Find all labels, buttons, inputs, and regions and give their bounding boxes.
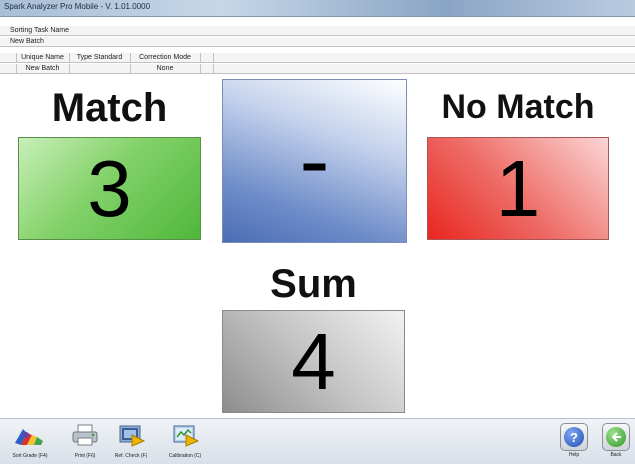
ref-check-label: Ref. Check (F) (114, 453, 148, 459)
batch-name[interactable]: New Batch (10, 38, 44, 45)
calibration-label: Calibration (C) (168, 453, 202, 459)
sort-grade-label: Sort Grade (F4) (12, 453, 48, 459)
grid-header-correction-mode[interactable]: Correction Mode (130, 53, 201, 63)
grid-header-extra (200, 53, 214, 63)
grid-header-row: Unique Name Type Standard Correction Mod… (0, 53, 635, 63)
help-icon: ? (560, 423, 588, 451)
back-label: Back (610, 452, 622, 458)
bottom-toolbar: Sort Grade (F4) Print (F6) Ref. Check (F… (0, 418, 635, 464)
grid-cell-extra (200, 64, 214, 74)
printer-icon (70, 423, 100, 452)
sort-grade-button[interactable]: Sort Grade (F4) (8, 423, 52, 463)
no-match-count: 1 (495, 143, 541, 233)
sum-label: Sum (270, 262, 357, 306)
print-button[interactable]: Print (F6) (66, 423, 104, 463)
help-button[interactable]: ? Help (556, 423, 592, 463)
sum-count: 4 (291, 316, 336, 406)
title-bar: Spark Analyzer Pro Mobile - V. 1.01.0000 (0, 0, 635, 17)
calibration-button[interactable]: Calibration (C) (158, 423, 212, 463)
print-label: Print (F6) (74, 453, 96, 459)
sorting-task-label: Sorting Task Name (10, 27, 70, 34)
back-arrow-icon (602, 423, 630, 451)
grid-header-unique-name[interactable]: Unique Name (16, 53, 70, 63)
batch-row[interactable]: New Batch (0, 37, 635, 47)
no-match-label: No Match (441, 88, 595, 126)
help-label: Help (568, 452, 580, 458)
result-value: - (299, 110, 330, 211)
match-count: 3 (87, 143, 132, 233)
grid-cell-unique-name[interactable]: New Batch (16, 64, 70, 74)
back-button[interactable]: Back (598, 423, 634, 463)
no-match-count-tile: 1 (427, 137, 609, 240)
window-title: Spark Analyzer Pro Mobile - V. 1.01.0000 (4, 2, 151, 11)
sorting-task-row: Sorting Task Name (0, 26, 635, 36)
grid-row-selector[interactable] (0, 64, 17, 74)
grid-header-spacer (0, 53, 17, 63)
grid-cell-type-standard[interactable] (69, 64, 131, 74)
match-count-tile: 3 (18, 137, 201, 240)
sum-tile: 4 (222, 310, 405, 413)
grid-data-row[interactable]: New Batch None (0, 64, 635, 74)
grid-header-type-standard[interactable]: Type Standard (69, 53, 131, 63)
sort-grade-icon (13, 423, 47, 452)
ref-check-icon (114, 423, 148, 452)
ref-check-button[interactable]: Ref. Check (F) (104, 423, 158, 463)
grid-cell-correction-mode[interactable]: None (130, 64, 201, 74)
calibration-icon (168, 423, 202, 452)
result-tile: - (222, 79, 407, 243)
match-label: Match (51, 86, 168, 130)
